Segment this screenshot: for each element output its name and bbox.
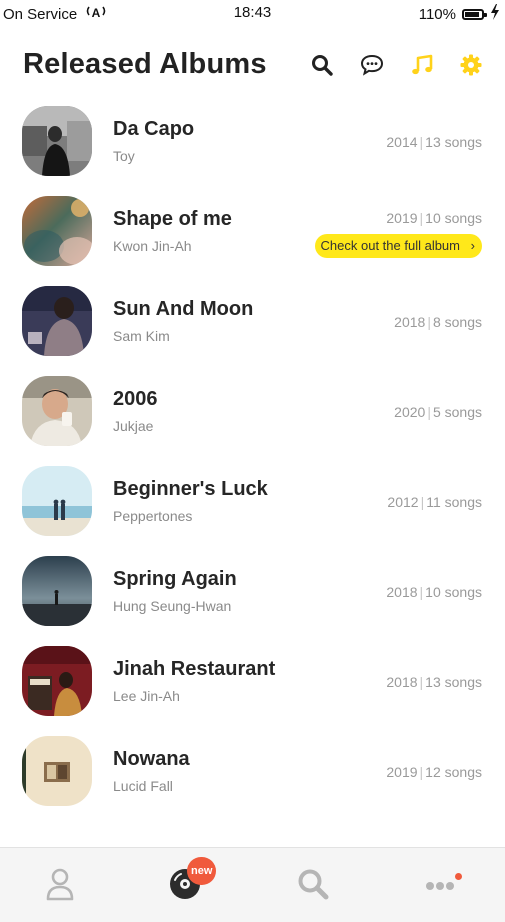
album-title: 2006 [113,388,158,410]
app-header: Released Albums [0,40,505,96]
album-meta: 2018 | 13 songs [386,674,482,690]
album-song-count: 13 songs [425,134,482,150]
album-row[interactable]: Nowana Lucid Fall 2019 | 12 songs [0,726,505,816]
album-year: 2014 [386,134,418,150]
album-row[interactable]: Sun And Moon Sam Kim 2018 | 8 songs [0,276,505,366]
search-icon [312,55,333,76]
more-icon [426,882,454,890]
chat-icon [360,54,384,76]
music-button[interactable] [409,52,435,78]
chevron-right-icon: › [470,238,475,253]
album-year: 2018 [386,584,418,600]
search-icon [298,869,329,900]
chat-button[interactable] [359,52,385,78]
album-meta: 2012 | 11 songs [387,494,482,510]
album-row[interactable]: Da Capo Toy 2014 | 13 songs [0,96,505,186]
album-year: 2018 [394,314,426,330]
album-title: Nowana [113,748,190,770]
album-title: Sun And Moon [113,298,254,320]
settings-button[interactable] [458,52,484,78]
charging-icon [490,4,500,24]
battery-label: 110% [418,5,456,23]
album-row[interactable]: Shape of me Kwon Jin-Ah 2019 | 10 songs Ch… [0,186,505,276]
tab-profile[interactable] [40,864,80,904]
album-cover [22,646,92,716]
gear-icon [460,54,482,76]
full-album-label: Check out the full album [320,238,460,253]
album-song-count: 10 songs [425,210,482,226]
album-artist: Peppertones [113,508,193,524]
tab-search[interactable] [293,864,333,904]
album-year: 2012 [387,494,419,510]
album-song-count: 8 songs [432,314,482,330]
album-artist: Jukjae [113,418,154,434]
album-cover [22,286,92,356]
album-row[interactable]: Spring Again Hung Seung-Hwan 2018 | 10 son… [0,546,505,636]
album-meta: 2019 | 10 songs [386,210,482,226]
album-artist: Lucid Fall [113,778,173,794]
album-title: Spring Again [113,568,237,590]
meta-separator: | [427,314,431,330]
album-meta: 2018 | 8 songs [394,314,482,330]
album-cover [22,736,92,806]
notification-dot [455,873,462,880]
album-cover [22,556,92,626]
search-button[interactable] [309,52,335,78]
album-row[interactable]: 2006 Jukjae 2020 | 5 songs [0,366,505,456]
battery-icon [462,8,487,20]
meta-separator: | [427,404,431,420]
album-song-count: 12 songs [425,764,482,780]
album-cover [22,376,92,446]
status-bar: On Service A 18:43 110% [0,0,505,26]
album-meta: 2019 | 12 songs [386,764,482,780]
album-title: Shape of me [113,208,232,230]
album-song-count: 10 songs [425,584,482,600]
album-title: Beginner's Luck [113,478,268,500]
album-artist: Lee Jin-Ah [113,688,180,704]
music-note-icon [412,54,433,75]
album-title: Da Capo [113,118,195,140]
album-year: 2019 [386,764,418,780]
new-badge: new [187,857,217,885]
album-song-count: 11 songs [426,494,482,510]
tab-more[interactable] [420,864,460,904]
album-song-count: 5 songs [432,404,482,420]
album-year: 2018 [386,674,418,690]
album-row[interactable]: Jinah Restaurant Lee Jin-Ah 2018 | 13 song… [0,636,505,726]
album-meta: 2014 | 13 songs [386,134,482,150]
album-cover [22,106,92,176]
album-cover [22,466,92,536]
album-cover [22,196,92,266]
status-right: 110% [419,4,500,24]
album-year: 2019 [386,210,418,226]
album-year: 2020 [394,404,426,420]
full-album-button[interactable]: Check out the full album › [314,234,482,258]
album-artist: Toy [113,148,135,164]
album-artist: Kwon Jin-Ah [113,238,192,254]
profile-icon [46,868,74,901]
album-meta: 2018 | 10 songs [386,584,482,600]
page-title: Released Albums [23,48,267,80]
album-artist: Sam Kim [113,328,170,344]
album-song-count: 13 songs [425,674,482,690]
album-row[interactable]: Beginner's Luck Peppertones 2012 | 11 song… [0,456,505,546]
bottom-tab-bar: new [0,847,505,922]
album-title: Jinah Restaurant [113,658,276,680]
album-artist: Hung Seung-Hwan [113,598,232,614]
album-meta: 2020 | 5 songs [394,404,482,420]
